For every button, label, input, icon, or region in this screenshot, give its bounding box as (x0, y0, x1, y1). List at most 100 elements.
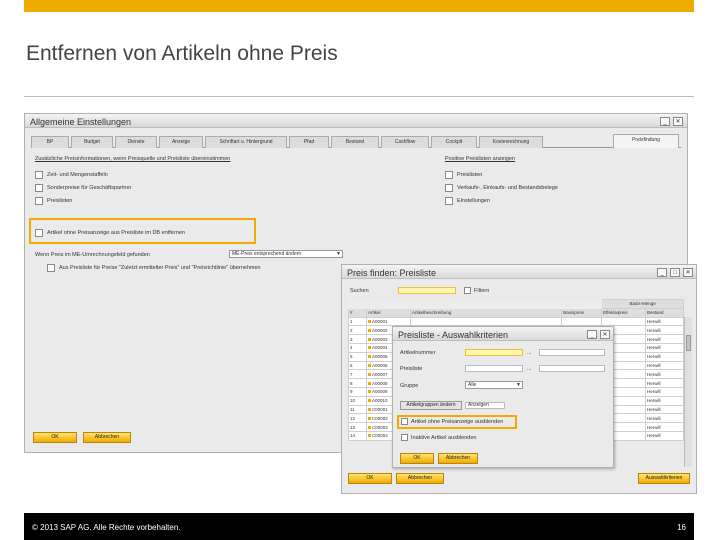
change-item-groups-button[interactable]: Artikelgruppen ändern (400, 401, 462, 410)
option-checkbox[interactable] (445, 184, 453, 192)
vertical-scrollbar[interactable] (684, 317, 692, 467)
table-cell-stock: Herwill (645, 422, 684, 432)
tab-budget[interactable]: Budget (71, 136, 113, 148)
minimize-icon[interactable]: _ (587, 330, 597, 339)
table-cell-stock: Herwill (645, 316, 684, 327)
hide-inactive-items-checkbox[interactable] (401, 434, 408, 441)
top-accent-bar (24, 0, 694, 12)
table-cell-stock: Herwill (645, 413, 684, 424)
link-arrow-icon[interactable] (367, 372, 371, 376)
column-header[interactable]: Artikel (365, 307, 411, 318)
selection-criteria-window: Preisliste - Auswahlkriterien _ ✕ Artike… (392, 326, 614, 468)
link-arrow-icon[interactable] (367, 416, 371, 420)
tab-bestand[interactable]: Bestand (331, 136, 379, 148)
copyright-text: © 2013 SAP AG. Alle Rechte vorbehalten. (32, 523, 181, 532)
window-titlebar: Allgemeine Einstellungen _ ✕ (25, 114, 687, 128)
group-label: Gruppe (400, 383, 419, 389)
table-cell-n: 10 (348, 395, 367, 406)
link-arrow-icon[interactable] (367, 363, 371, 367)
tab-anzeige[interactable]: Anzeige (159, 136, 203, 148)
tab-pfad[interactable]: Pfad (289, 136, 329, 148)
column-header[interactable]: Basispreis (561, 307, 603, 318)
group-select[interactable]: Alle ▼ (465, 381, 523, 389)
option-checkbox[interactable] (445, 171, 453, 179)
tab-schriftart[interactable]: Schriftart u. Hintergrund (205, 136, 287, 148)
tab-preisfindung[interactable]: Preisfindung (613, 134, 679, 148)
selection-criteria-button[interactable]: Auswahlkriterien (638, 473, 690, 484)
tab-bp[interactable]: BP (31, 136, 69, 148)
cancel-button[interactable]: Abbrechen (396, 473, 444, 484)
option-checkbox[interactable] (35, 197, 43, 205)
cancel-button[interactable]: Abbrechen (83, 432, 131, 443)
left-section-header: Zusätzliche Preisinformationen, wenn Pre… (35, 156, 231, 162)
price-list-input[interactable] (465, 365, 523, 372)
link-arrow-icon[interactable] (367, 390, 371, 394)
table-cell-stock: Herwill (645, 360, 684, 371)
table-cell-n: 14 (348, 430, 367, 441)
column-header[interactable]: Bestand (645, 307, 684, 318)
item-number-input[interactable] (465, 349, 523, 356)
uom-price-select[interactable]: ME-Preis entsprechend ändern ▼ (229, 250, 343, 258)
tab-cashflow[interactable]: Cashflow (381, 136, 429, 148)
column-header[interactable]: Artikelbeschreibung (409, 307, 563, 318)
link-arrow-icon[interactable] (367, 381, 371, 385)
option-checkbox[interactable] (445, 197, 453, 205)
item-number-to-input[interactable] (539, 349, 605, 356)
tab-cockpit[interactable]: Cockpit (431, 136, 477, 148)
ok-button[interactable]: OK (348, 473, 392, 484)
slide-footer: © 2013 SAP AG. Alle Rechte vorbehalten. … (24, 513, 694, 540)
table-cell-n: 4 (348, 342, 367, 353)
column-header[interactable]: # (348, 307, 367, 318)
search-input[interactable] (398, 287, 456, 294)
link-arrow-icon[interactable] (367, 337, 371, 341)
table-cell-stock: Herwill (645, 378, 684, 388)
link-arrow-icon[interactable] (367, 425, 371, 429)
link-arrow-icon[interactable] (367, 399, 371, 403)
remove-items-without-price-checkbox[interactable] (35, 229, 43, 237)
maximize-icon[interactable]: □ (670, 268, 680, 277)
scrollbar-thumb[interactable] (686, 335, 691, 351)
window-title: Allgemeine Einstellungen (30, 117, 132, 127)
table-cell-n: 7 (348, 369, 367, 380)
to-label: ... (527, 350, 532, 356)
link-arrow-icon[interactable] (367, 407, 371, 411)
close-icon[interactable]: ✕ (673, 117, 683, 126)
option-label: Sonderpreise für Geschäftspartner (47, 185, 132, 191)
table-cell-item: A00001 (365, 316, 411, 327)
close-icon[interactable]: ✕ (600, 330, 610, 339)
table-cell-stock: Herwill (645, 430, 684, 441)
ok-button[interactable]: OK (33, 432, 77, 443)
table-row[interactable]: 1 A00001 Herwill (348, 316, 684, 327)
window-title: Preisliste - Auswahlkriterien (398, 330, 509, 340)
close-icon[interactable]: ✕ (683, 268, 693, 277)
table-cell-base (561, 316, 603, 327)
take-from-price-list-checkbox[interactable] (47, 264, 55, 272)
filter-checkbox[interactable] (464, 287, 471, 294)
option-checkbox[interactable] (35, 171, 43, 179)
tab-kostenrechnung[interactable]: Kostenrechnung (479, 136, 543, 148)
tab-dienste[interactable]: Dienste (115, 136, 157, 148)
link-arrow-icon[interactable] (367, 346, 371, 350)
right-section-header: Positive Preislisten anzeigen (445, 156, 516, 162)
option-label: Preislisten (47, 198, 73, 204)
tab-strip: BP Budget Dienste Anzeige Schriftart u. … (31, 134, 681, 148)
price-list-to-input[interactable] (539, 365, 605, 372)
column-header[interactable]: Effektivpreis (601, 307, 647, 318)
cancel-button[interactable]: Abbrechen (438, 453, 478, 464)
window-title: Preis finden: Preisliste (347, 268, 437, 278)
hide-items-without-price-label: Artikel ohne Preisanzeige ausblenden (411, 419, 504, 425)
slide-title: Entfernen von Artikeln ohne Preis (26, 42, 338, 65)
link-arrow-icon[interactable] (367, 355, 371, 359)
option-checkbox[interactable] (35, 184, 43, 192)
search-label: Suchen (350, 288, 369, 294)
link-arrow-icon[interactable] (367, 434, 371, 438)
minimize-icon[interactable]: _ (660, 117, 670, 126)
item-number-label: Artikelnummer (400, 350, 436, 356)
table-cell-stock: Herwill (645, 351, 684, 362)
link-arrow-icon[interactable] (367, 328, 371, 332)
link-arrow-icon[interactable] (367, 319, 371, 323)
table-cell-n: 2 (348, 325, 367, 336)
ok-button[interactable]: OK (400, 453, 434, 464)
minimize-icon[interactable]: _ (657, 268, 667, 277)
hide-items-without-price-checkbox[interactable] (401, 418, 408, 425)
